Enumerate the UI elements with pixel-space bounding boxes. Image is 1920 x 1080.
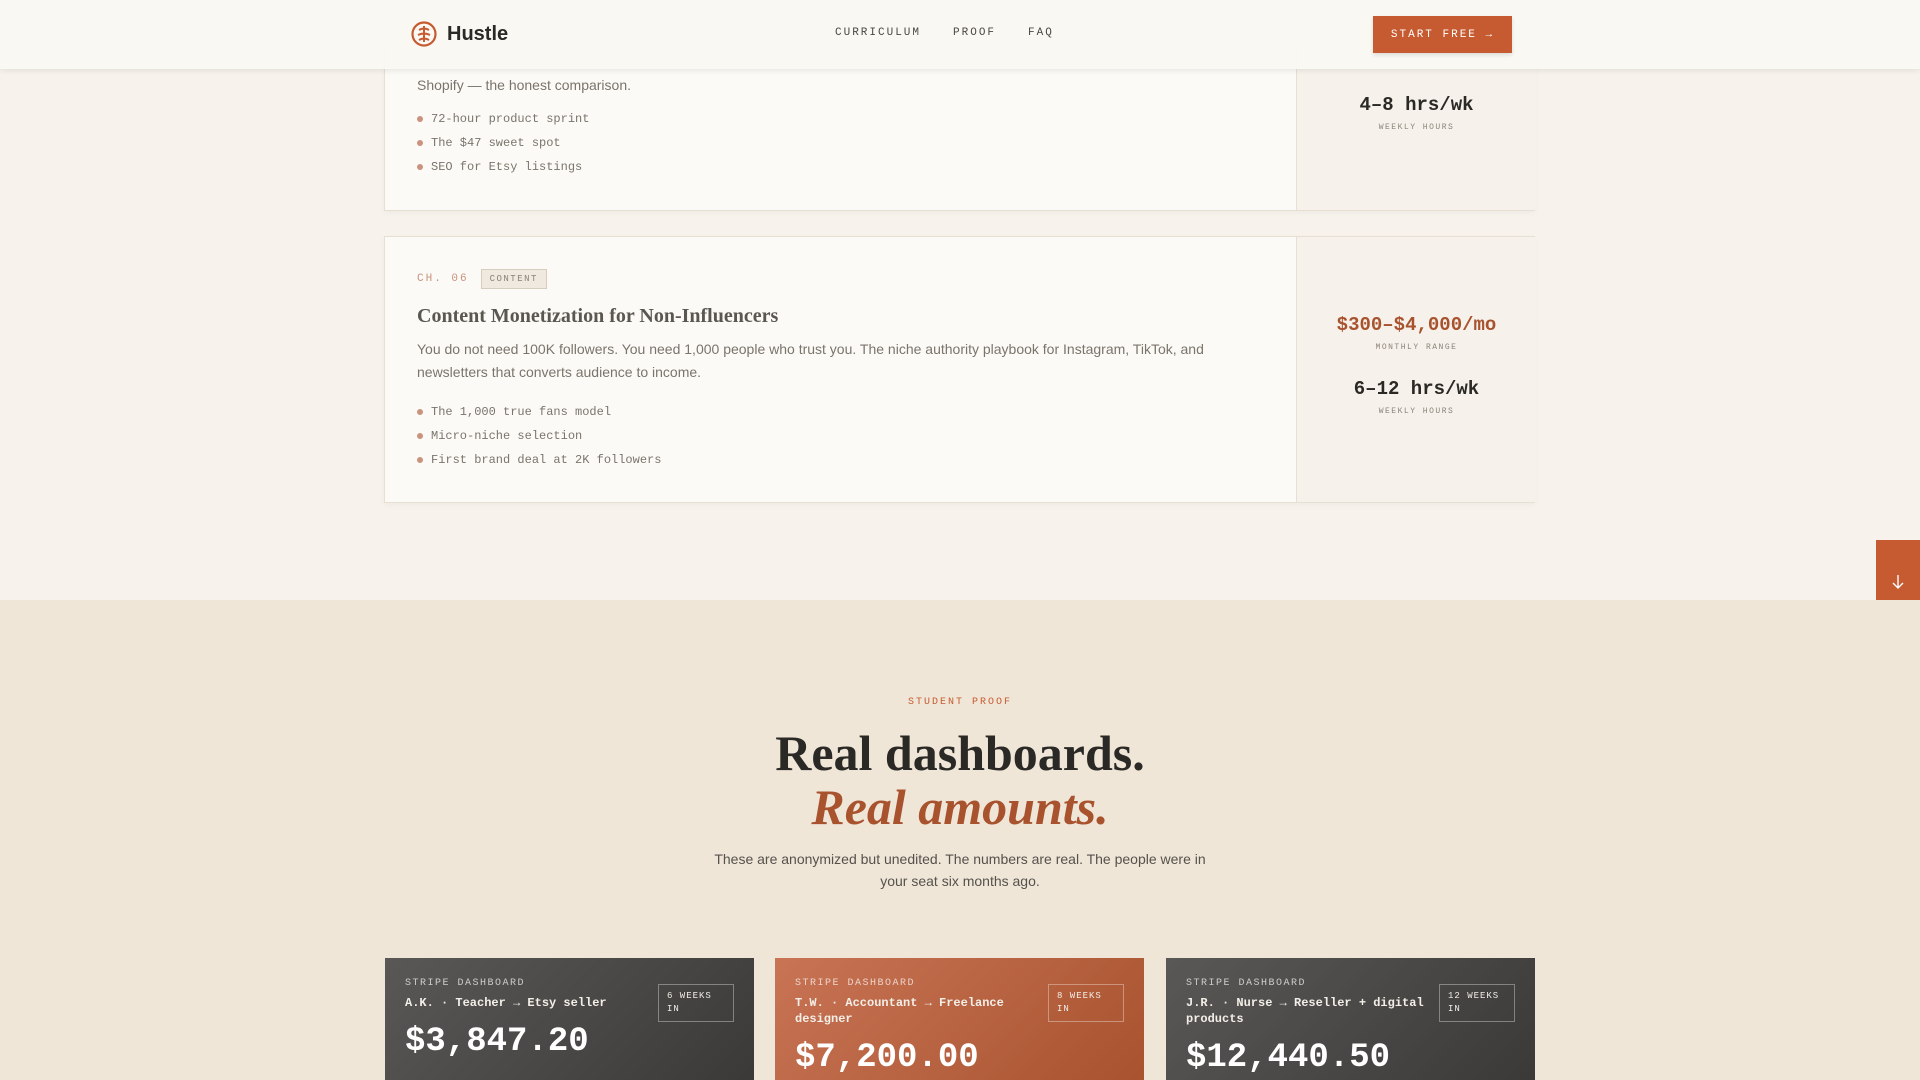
top-nav: Hustle CURRICULUM PROOF FAQ START FREE → [0,0,1920,69]
weekly-hours-value: 6–12 hrs/wk [1353,378,1480,400]
dashboard-card: STRIPE DASHBOARD T.W. · Accountant → Fre… [775,958,1144,1080]
list-item: First brand deal at 2K followers [417,448,1264,472]
status-badge: 8 WEEKS IN [1048,984,1124,1022]
nav-links: CURRICULUM PROOF FAQ [835,27,1054,39]
chapter-description: Shopify — the honest comparison. [417,77,632,93]
dashboard-card: STRIPE DASHBOARD A.K. · Teacher → Etsy s… [385,958,754,1080]
start-free-button[interactable]: START FREE → [1373,16,1512,53]
chapter-main: CH. 06 CONTENT Content Monetization for … [385,237,1296,502]
section-lede: These are anonymized but unedited. The n… [714,851,1206,889]
section-title-accent: Real amounts. [811,779,1109,835]
dashboard-person: J.R. · Nurse → Reseller + digital produc… [1186,996,1424,1026]
list-item: The $47 sweet spot [417,131,1264,155]
chapter-stats: $300–$4,000/mo MONTHLY RANGE 6–12 hrs/wk… [1296,237,1536,502]
brand-name: Hustle [447,22,509,45]
weekly-hours-label: WEEKLY HOURS [1378,123,1455,132]
status-badge: 12 WEEKS IN [1439,984,1515,1022]
chapter-bullets: The 1,000 true fans model Micro-niche se… [417,400,1264,472]
brand-logo-icon [411,21,437,47]
weekly-hours-label: WEEKLY HOURS [1378,407,1455,416]
dashboard-amount: $3,847.20 [405,1023,589,1061]
chapter-description: You do not need 100K followers. You need… [417,341,1204,380]
nav-link-proof[interactable]: PROOF [953,27,996,39]
list-item: 72-hour product sprint [417,107,1264,131]
chapter-number: CH. 06 [417,273,469,285]
nav-link-faq[interactable]: FAQ [1028,27,1054,39]
brand[interactable]: Hustle [411,21,508,47]
weekly-hours-value: 4–8 hrs/wk [1359,94,1474,116]
chapter-tag: CONTENT [480,269,547,289]
section-eyebrow: STUDENT PROOF [907,697,1012,708]
section-title: Real dashboards. [775,725,1145,781]
chapter-meta: CH. 06 CONTENT [417,269,1264,289]
list-item: The 1,000 true fans model [417,400,1264,424]
arrow-down-icon [1892,575,1904,589]
monthly-range-label: MONTHLY RANGE [1375,343,1458,352]
dashboard-person: A.K. · Teacher → Etsy seller [405,996,607,1010]
dashboard-amount: $12,440.50 [1186,1039,1391,1077]
chapter-card-6: CH. 06 CONTENT Content Monetization for … [384,236,1536,503]
dashboard-card: STRIPE DASHBOARD J.R. · Nurse → Reseller… [1166,958,1535,1080]
list-item: Micro-niche selection [417,424,1264,448]
student-proof-section: STUDENT PROOF Real dashboards. Real amou… [0,600,1920,1080]
monthly-range-value: $300–$4,000/mo [1336,314,1497,336]
chapter-title: Content Monetization for Non-Influencers [417,305,779,327]
nav-link-curriculum[interactable]: CURRICULUM [835,27,921,39]
chapter-bullets: 72-hour product sprint The $47 sweet spo… [417,107,1264,179]
dashboard-person: T.W. · Accountant → Freelance designer [795,996,1004,1026]
dashboard-amount: $7,200.00 [795,1039,979,1077]
list-item: SEO for Etsy listings [417,155,1264,179]
status-badge: 6 WEEKS IN [658,984,734,1022]
